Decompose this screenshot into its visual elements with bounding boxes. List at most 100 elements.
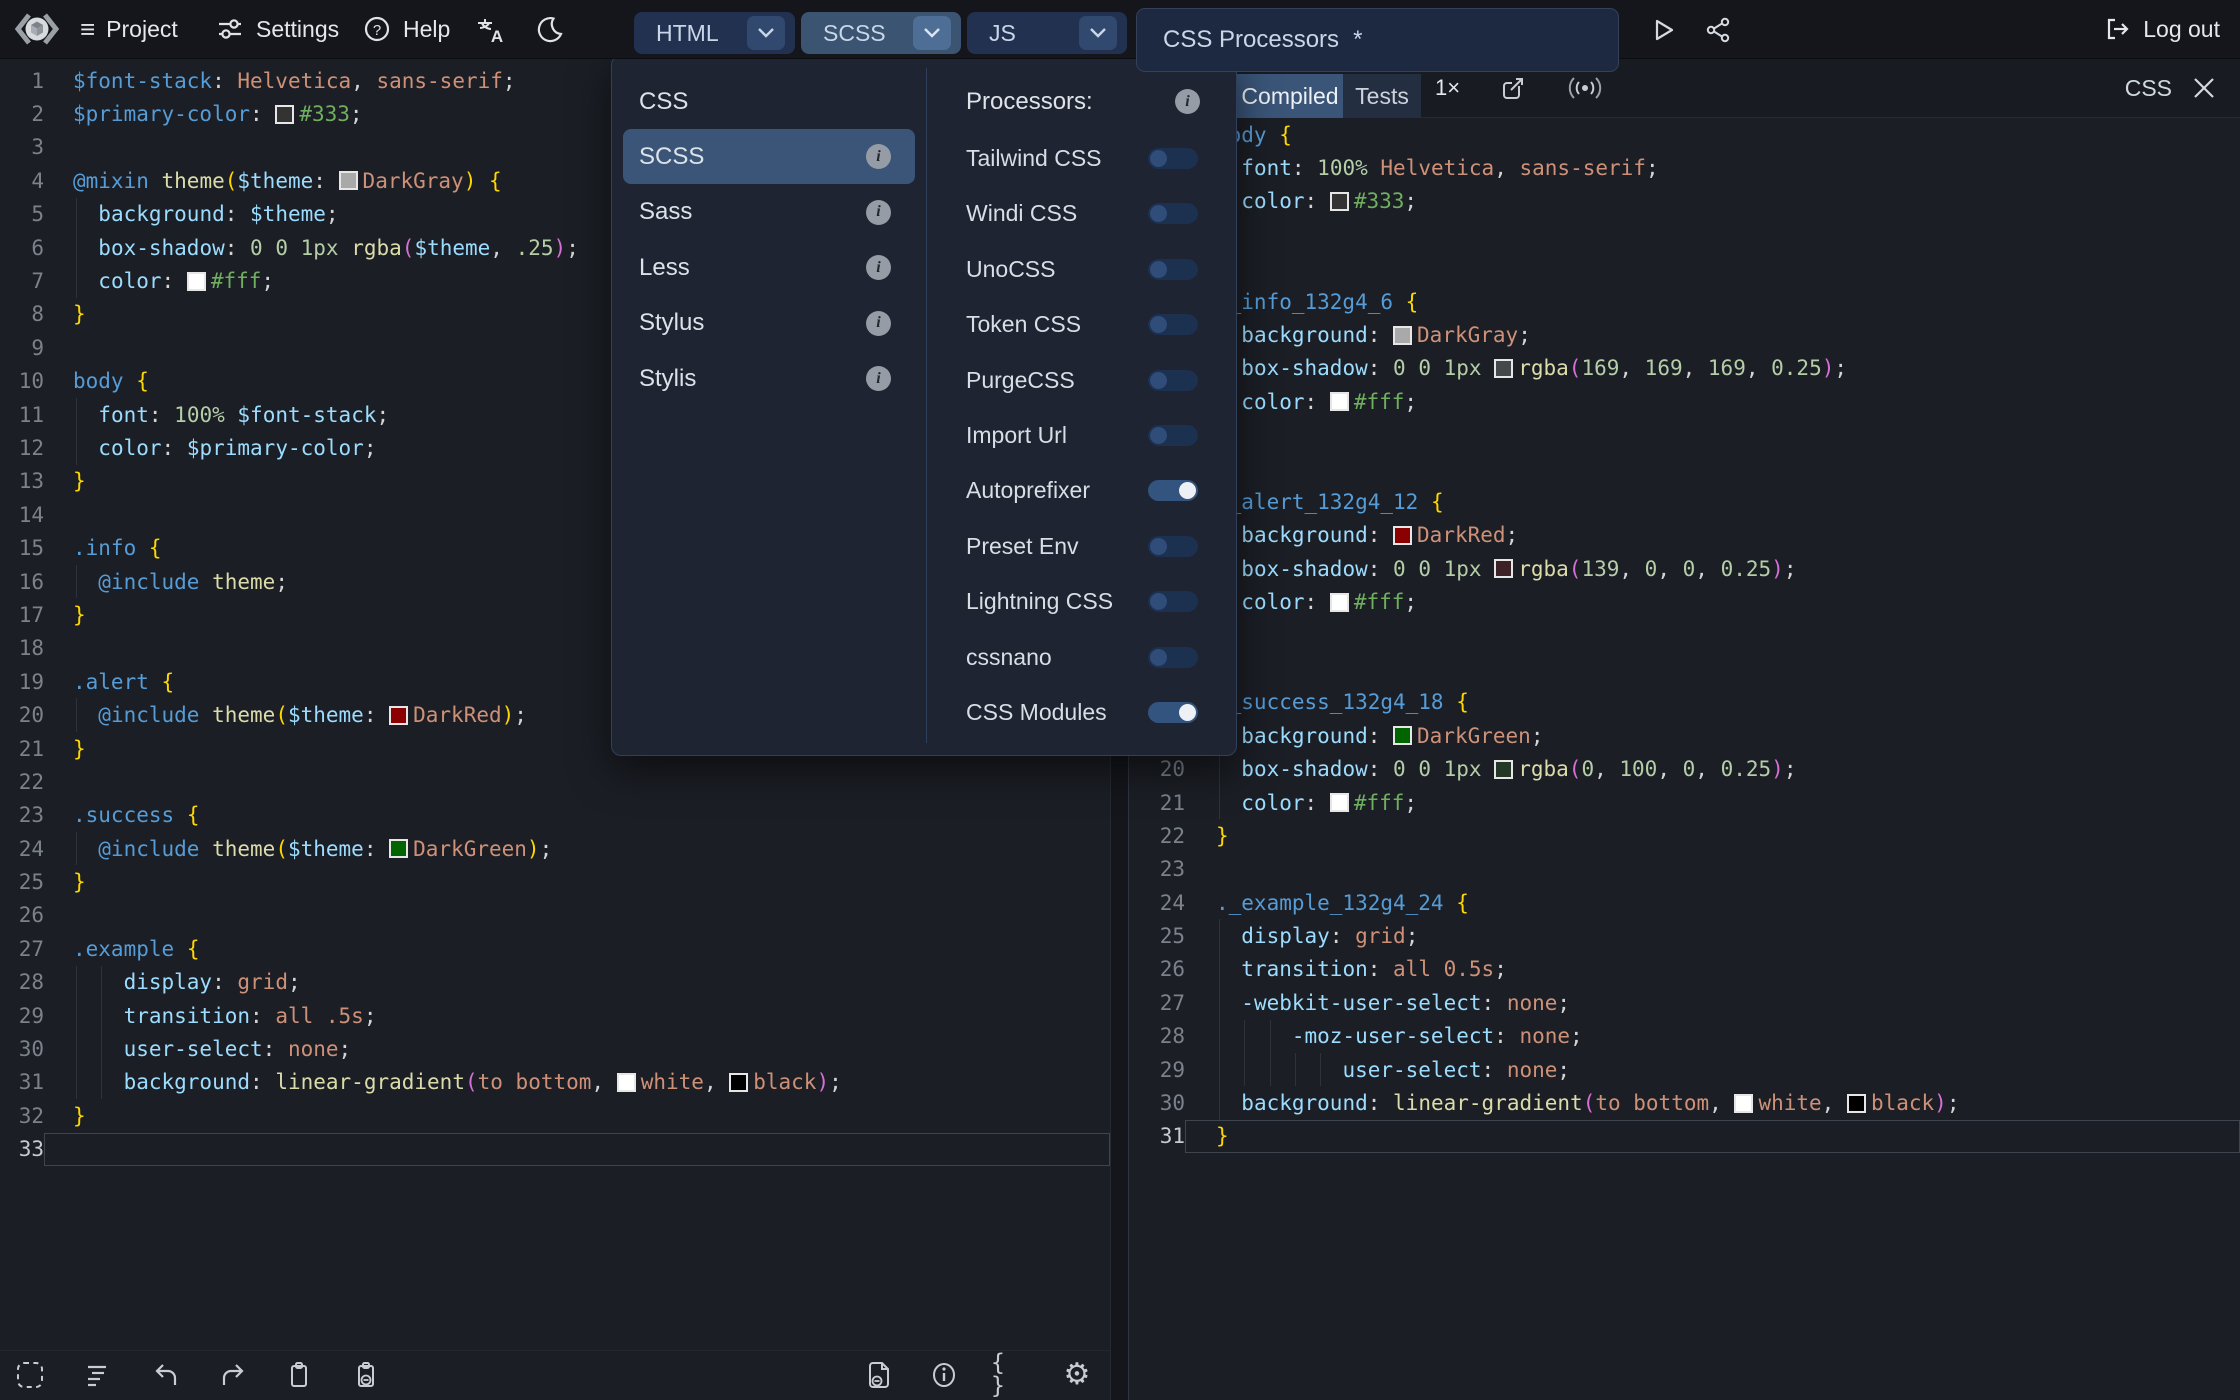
- toggle-css-modules[interactable]: [1148, 702, 1198, 723]
- toggle-cssnano[interactable]: [1148, 646, 1198, 668]
- menu-item-stylis[interactable]: Stylis i: [623, 351, 915, 406]
- compiled-line[interactable]: 26 transition: all 0.5s;: [1129, 952, 2240, 987]
- menu-item-sass[interactable]: Sass i: [623, 185, 915, 240]
- format-code-icon[interactable]: [78, 1355, 118, 1395]
- gear-icon[interactable]: ⚙: [1057, 1355, 1097, 1395]
- toggle-preset-env[interactable]: [1148, 535, 1198, 557]
- menu-item-stylus[interactable]: Stylus i: [623, 296, 915, 351]
- chevron-down-icon[interactable]: [1079, 16, 1117, 50]
- close-icon[interactable]: [2186, 72, 2222, 104]
- toggle-purgecss[interactable]: [1148, 369, 1198, 391]
- toggle-windi-css[interactable]: [1148, 203, 1198, 225]
- popout-icon[interactable]: [1495, 72, 1531, 104]
- color-swatch[interactable]: [1494, 358, 1514, 378]
- color-swatch[interactable]: [729, 1072, 749, 1092]
- compiled-line[interactable]: 23: [1129, 853, 2240, 886]
- html-pane-button[interactable]: HTML: [634, 12, 795, 54]
- js-pane-button[interactable]: JS: [967, 12, 1127, 54]
- toggle-import-url[interactable]: [1148, 425, 1198, 446]
- live-broadcast-icon[interactable]: [1567, 72, 1603, 104]
- editor-line[interactable]: 32}: [0, 1099, 1110, 1132]
- editor-line[interactable]: 28 display: grid;: [0, 965, 1110, 999]
- share-icon[interactable]: [1700, 14, 1736, 46]
- toggle-unocss[interactable]: [1148, 258, 1198, 280]
- color-swatch[interactable]: [1846, 1093, 1866, 1113]
- compiled-line[interactable]: 24 ._example_132g4_24 {: [1129, 886, 2240, 919]
- compiled-line[interactable]: 1body {: [1129, 118, 2240, 151]
- color-swatch[interactable]: [1734, 1093, 1754, 1113]
- copy-clipboard-icon[interactable]: [279, 1355, 319, 1395]
- compiled-line[interactable]: 12._alert_132g4_12 {: [1129, 485, 2240, 518]
- redo-icon[interactable]: [213, 1355, 253, 1395]
- color-swatch[interactable]: [1494, 559, 1514, 579]
- compiled-line[interactable]: 28 -moz-user-select: none;: [1129, 1019, 2240, 1053]
- compiled-line[interactable]: 22}: [1129, 819, 2240, 852]
- tab-tests[interactable]: Tests: [1343, 74, 1421, 118]
- compiled-line[interactable]: 8 box-shadow: 0 0 1px rgba(169, 169, 169…: [1129, 351, 2240, 386]
- menu-item-scss[interactable]: SCSS i: [623, 129, 915, 185]
- info-icon[interactable]: [924, 1355, 964, 1395]
- info-icon[interactable]: i: [1175, 89, 1200, 114]
- color-swatch[interactable]: [1393, 525, 1413, 545]
- compiled-line[interactable]: 31}: [1129, 1119, 2240, 1154]
- editor-line[interactable]: 25}: [0, 865, 1110, 898]
- menu-project[interactable]: ≡ Project: [80, 0, 178, 58]
- compiled-line[interactable]: 20 box-shadow: 0 0 1px rgba(0, 100, 0, 0…: [1129, 752, 2240, 786]
- info-icon[interactable]: i: [866, 144, 891, 170]
- menu-item-less[interactable]: Less i: [623, 240, 915, 295]
- paste-clipboard-icon[interactable]: [346, 1355, 386, 1395]
- compiled-line[interactable]: 3 color: #333;: [1129, 184, 2240, 219]
- compiled-line[interactable]: 6._info_132g4_6 {: [1129, 285, 2240, 318]
- editor-line[interactable]: 22: [0, 765, 1110, 798]
- editor-line[interactable]: 23 .success {: [0, 799, 1110, 832]
- color-swatch[interactable]: [275, 104, 295, 124]
- color-swatch[interactable]: [1494, 759, 1514, 779]
- toggle-autoprefixer[interactable]: [1148, 480, 1198, 502]
- compiled-line[interactable]: 27 -webkit-user-select: none;: [1129, 986, 2240, 1020]
- color-swatch[interactable]: [338, 171, 358, 191]
- menu-item-css[interactable]: CSS: [623, 74, 915, 129]
- info-icon[interactable]: i: [866, 199, 891, 225]
- menu-help[interactable]: ? Help: [362, 0, 450, 58]
- compiled-line[interactable]: 14 box-shadow: 0 0 1px rgba(139, 0, 0, 0…: [1129, 552, 2240, 586]
- toggle-tailwind-css[interactable]: [1148, 148, 1198, 169]
- compiled-line[interactable]: 16}: [1129, 619, 2240, 652]
- color-swatch[interactable]: [616, 1072, 636, 1092]
- info-icon[interactable]: i: [866, 255, 891, 281]
- compiled-line[interactable]: 18._success_132g4_18 {: [1129, 686, 2240, 719]
- color-swatch[interactable]: [1329, 191, 1349, 211]
- compiled-line[interactable]: 21 color: #fff;: [1129, 785, 2240, 820]
- compiled-line[interactable]: 11: [1129, 452, 2240, 485]
- compiled-line[interactable]: 5: [1129, 252, 2240, 285]
- compiled-line[interactable]: 25 display: grid;: [1129, 919, 2240, 953]
- run-button[interactable]: [1645, 14, 1681, 46]
- editor-line[interactable]: 31 background: linear-gradient(to bottom…: [0, 1065, 1110, 1100]
- compiled-line[interactable]: 29 user-select: none;: [1129, 1052, 2240, 1087]
- compiled-line[interactable]: 4}: [1129, 218, 2240, 251]
- chevron-down-icon[interactable]: [747, 16, 785, 50]
- compiled-line[interactable]: 19 background: DarkGreen;: [1129, 719, 2240, 753]
- undo-icon[interactable]: [146, 1355, 186, 1395]
- chevron-down-icon[interactable]: [913, 16, 951, 50]
- editor-line[interactable]: 26: [0, 899, 1110, 932]
- color-swatch[interactable]: [1393, 325, 1413, 345]
- color-swatch[interactable]: [1393, 726, 1413, 746]
- editor-line[interactable]: 30 user-select: none;: [0, 1032, 1110, 1066]
- compiled-line[interactable]: 7 background: DarkGray;: [1129, 318, 2240, 352]
- info-icon[interactable]: i: [866, 310, 891, 336]
- logout-button[interactable]: Log out: [2103, 0, 2220, 58]
- compiled-line[interactable]: 30 background: linear-gradient(to bottom…: [1129, 1086, 2240, 1120]
- compiled-line[interactable]: 10}: [1129, 419, 2240, 452]
- editor-line[interactable]: 29 transition: all .5s;: [0, 998, 1110, 1033]
- color-swatch[interactable]: [389, 839, 409, 859]
- info-icon[interactable]: i: [866, 366, 891, 391]
- editor-line[interactable]: 24 @include theme($theme: DarkGreen);: [0, 831, 1110, 866]
- color-swatch[interactable]: [186, 271, 206, 291]
- color-swatch[interactable]: [1329, 592, 1349, 612]
- color-swatch[interactable]: [1329, 392, 1349, 412]
- compiled-line[interactable]: 15 color: #fff;: [1129, 585, 2240, 619]
- braces-icon[interactable]: { }: [991, 1352, 1031, 1398]
- color-swatch[interactable]: [389, 705, 409, 725]
- toggle-lightning-css[interactable]: [1148, 591, 1198, 613]
- compiled-line[interactable]: 17: [1129, 652, 2240, 685]
